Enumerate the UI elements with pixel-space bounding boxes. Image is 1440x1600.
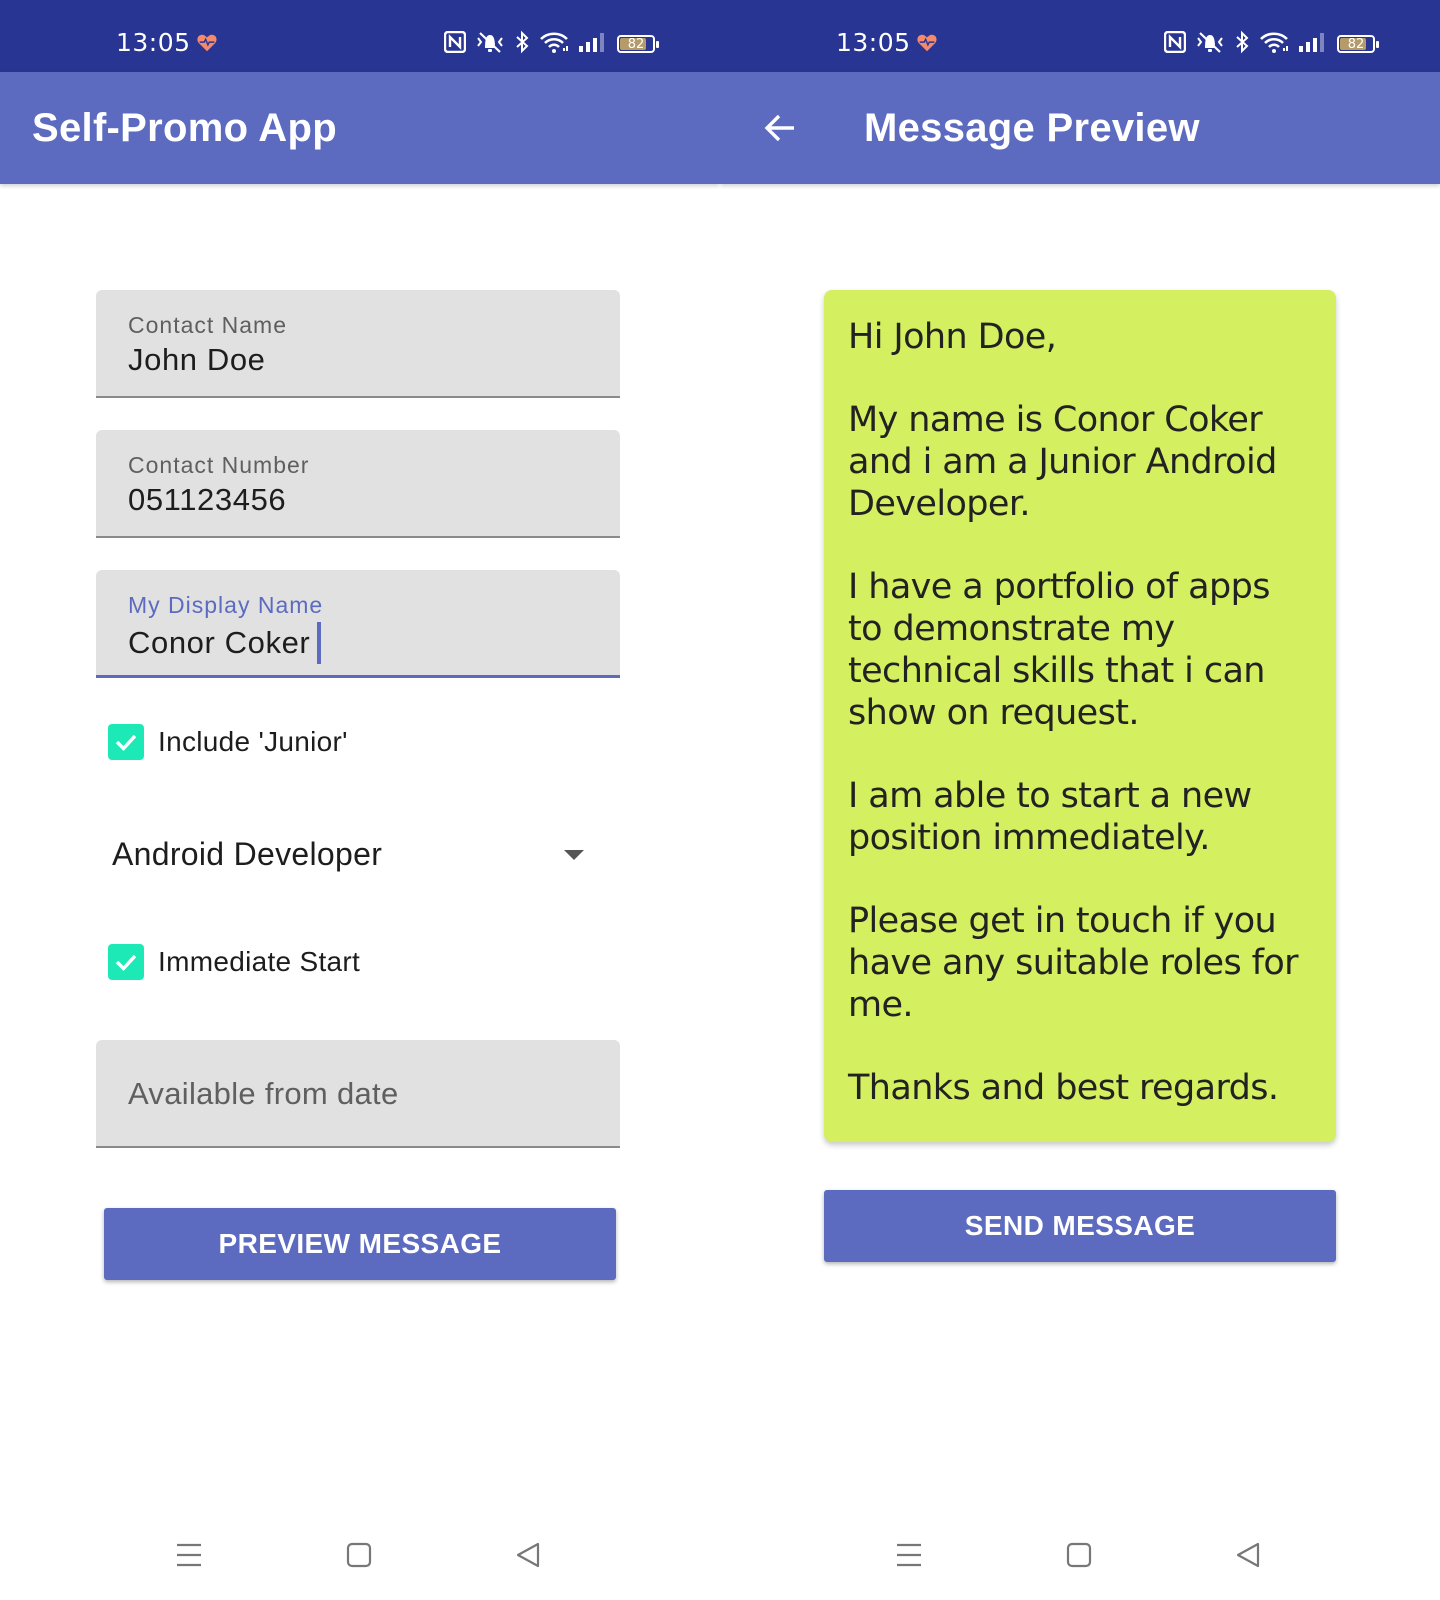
status-bar: 13:05 82 [0, 0, 720, 72]
app-bar: Message Preview [720, 72, 1440, 184]
battery-tip [1376, 41, 1379, 48]
contact-number-label: Contact Number [128, 452, 310, 478]
immediate-start-label: Immediate Start [158, 946, 361, 977]
send-message-button[interactable]: SEND MESSAGE [824, 1190, 1336, 1262]
status-time: 13:05 [836, 28, 911, 57]
contact-number-field[interactable]: Contact Number 051123456 [96, 430, 620, 538]
health-heart-icon [916, 32, 938, 59]
job-title-selected: Android Developer [112, 836, 383, 872]
system-nav-bar [720, 1520, 1440, 1600]
signal-icon [578, 31, 608, 58]
dropdown-arrow-icon[interactable] [564, 850, 584, 860]
text-cursor [317, 622, 322, 664]
checkbox-checked-icon[interactable] [108, 944, 144, 980]
nfc-icon [443, 30, 467, 58]
home-square-icon[interactable] [1066, 1542, 1092, 1573]
status-icons: 82 [1163, 30, 1379, 59]
wifi-icon [539, 30, 569, 59]
back-triangle-icon[interactable] [516, 1542, 542, 1573]
immediate-start-checkbox[interactable]: Immediate Start [108, 944, 360, 980]
home-square-icon[interactable] [346, 1542, 372, 1573]
message-availability: I am able to start a new position immedi… [848, 776, 1252, 858]
start-date-placeholder[interactable]: Available from date [128, 1076, 399, 1112]
preview-message-button[interactable]: PREVIEW MESSAGE [104, 1208, 616, 1280]
start-date-field[interactable]: Available from date [96, 1040, 620, 1148]
bluetooth-icon [1234, 30, 1250, 59]
page-title: Message Preview [864, 106, 1200, 150]
battery-tip [656, 41, 659, 48]
arrow-left-icon[interactable] [750, 98, 810, 158]
menu-icon[interactable] [896, 1542, 922, 1573]
contact-name-value[interactable]: John Doe [128, 342, 266, 378]
self-promo-screen: 13:05 82 Self-Promo App Contact Name Joh… [0, 0, 720, 1600]
signal-icon [1298, 31, 1328, 58]
message-intro: My name is Conor Coker and i am a Junior… [848, 400, 1277, 524]
status-icons: 82 [443, 30, 659, 59]
battery-level: 82 [1347, 36, 1365, 52]
menu-icon[interactable] [176, 1542, 202, 1573]
message-greeting: Hi John Doe, [848, 317, 1057, 357]
battery-icon: 82 [617, 35, 659, 53]
vibrate-off-icon [475, 30, 505, 59]
battery-level: 82 [627, 36, 645, 52]
display-name-field[interactable]: My Display Name Conor Coker [96, 570, 620, 678]
include-junior-checkbox[interactable]: Include 'Junior' [108, 724, 348, 760]
status-bar: 13:05 82 [720, 0, 1440, 72]
message-preview-screen: 13:05 82 Message Preview Hi John Doe, My… [720, 0, 1440, 1600]
message-portfolio: I have a portfolio of apps to demonstrat… [848, 567, 1270, 733]
battery-icon: 82 [1337, 35, 1379, 53]
include-junior-label: Include 'Junior' [158, 726, 348, 757]
message-preview-card: Hi John Doe, My name is Conor Coker and … [824, 290, 1336, 1142]
contact-name-label: Contact Name [128, 312, 288, 338]
contact-number-value[interactable]: 051123456 [128, 482, 286, 518]
app-bar: Self-Promo App [0, 72, 720, 184]
page-title: Self-Promo App [32, 106, 337, 150]
checkbox-checked-icon[interactable] [108, 724, 144, 760]
back-triangle-icon[interactable] [1236, 1542, 1262, 1573]
message-signoff: Thanks and best regards. [848, 1068, 1279, 1108]
vibrate-off-icon [1195, 30, 1225, 59]
wifi-icon [1259, 30, 1289, 59]
display-name-label: My Display Name [128, 592, 324, 618]
system-nav-bar [0, 1520, 720, 1600]
nfc-icon [1163, 30, 1187, 58]
contact-name-field[interactable]: Contact Name John Doe [96, 290, 620, 398]
health-heart-icon [196, 32, 218, 59]
message-request: Please get in touch if you have any suit… [848, 901, 1299, 1025]
display-name-value: Conor Coker [128, 625, 311, 660]
bluetooth-icon [514, 30, 530, 59]
job-title-dropdown[interactable]: Android Developer [96, 822, 596, 886]
display-name-input[interactable]: Conor Coker [128, 622, 322, 664]
status-time: 13:05 [116, 28, 191, 57]
